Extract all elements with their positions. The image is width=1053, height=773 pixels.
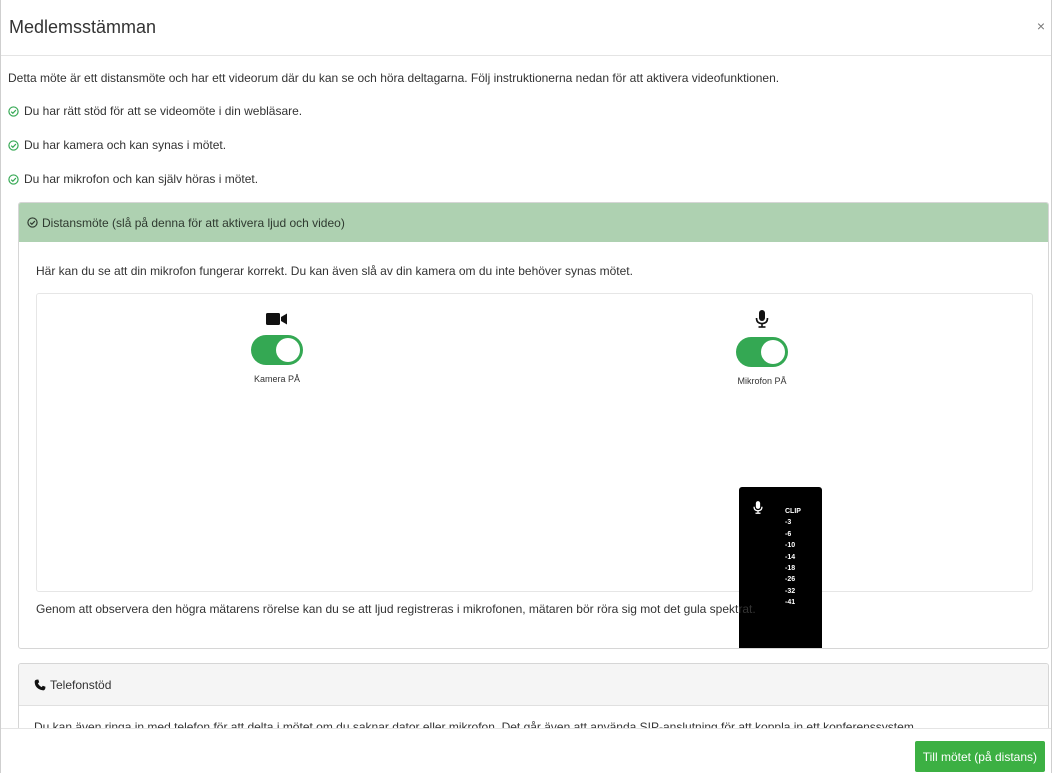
check-circle-icon: [8, 139, 19, 151]
check-text: Du har rätt stöd för att se videomöte i …: [24, 104, 303, 118]
meter-tick: -10: [785, 542, 796, 550]
check-microphone: Du har mikrofon och kan själv höras i mö…: [8, 172, 258, 186]
meter-tick: -14: [785, 553, 796, 561]
check-browser-support: Du har rätt stöd för att se videomöte i …: [8, 104, 302, 118]
camera-control: Kamera PÅ: [247, 312, 307, 384]
audio-level-meter: CLIP -3 -6 -10 -14 -18 -26 -32 -41: [739, 487, 822, 648]
meter-tick: CLIP: [785, 508, 801, 515]
panel-heading-text: Telefonstöd: [50, 677, 112, 692]
meter-tick: -32: [785, 587, 796, 595]
microphone-toggle[interactable]: [736, 337, 788, 367]
microphone-icon: [753, 501, 763, 514]
check-circle-icon: [8, 173, 19, 185]
meter-instructions: Genom att observera den högra mätarens r…: [36, 602, 756, 616]
phone-support-heading[interactable]: Telefonstöd: [19, 664, 1048, 706]
check-text: Du har mikrofon och kan själv höras i mö…: [24, 172, 259, 186]
meter-tick: -41: [785, 599, 796, 607]
check-camera: Du har kamera och kan synas i mötet.: [8, 138, 226, 152]
panel-heading-text: Distansmöte (slå på denna för att aktive…: [42, 215, 345, 230]
check-text: Du har kamera och kan synas i mötet.: [24, 138, 227, 152]
panel-description: Här kan du se att din mikrofon fungerar …: [36, 264, 633, 278]
toggle-knob: [761, 340, 785, 364]
meeting-modal: Medlemsstämman × Detta möte är ett dista…: [0, 0, 1052, 773]
intro-text: Detta möte är ett distansmöte och har et…: [8, 71, 780, 85]
device-controls: Kamera PÅ Mikrofon PÅ CLIP -3 -6 -10 -14…: [36, 293, 1033, 648]
check-circle-icon: [8, 105, 19, 117]
distance-meeting-panel: Distansmöte (slå på denna för att aktive…: [18, 202, 1049, 649]
camera-toggle[interactable]: [251, 335, 303, 365]
microphone-label: Mikrofon PÅ: [737, 376, 787, 386]
meter-tick: -18: [785, 565, 796, 573]
modal-title: Medlemsstämman: [9, 17, 157, 37]
meter-scale: CLIP -3 -6 -10 -14 -18 -26 -32 -41: [785, 506, 801, 609]
modal-header: Medlemsstämman ×: [1, 0, 1051, 56]
phone-icon: [34, 679, 46, 690]
go-to-meeting-button[interactable]: Till mötet (på distans): [914, 741, 1045, 772]
close-icon[interactable]: ×: [1037, 18, 1045, 34]
meter-tick: -6: [785, 530, 792, 538]
distance-meeting-heading[interactable]: Distansmöte (slå på denna för att aktive…: [19, 203, 1048, 242]
meter-tick: -26: [785, 576, 796, 584]
camera-label: Kamera PÅ: [253, 374, 301, 384]
video-camera-icon: [266, 313, 287, 325]
modal-footer: Till mötet (på distans): [1, 728, 1051, 773]
meter-tick: -3: [785, 519, 792, 527]
microphone-icon: [755, 310, 769, 328]
microphone-control: Mikrofon PÅ: [727, 310, 797, 386]
check-circle-icon: [27, 217, 38, 228]
toggle-knob: [276, 338, 300, 362]
